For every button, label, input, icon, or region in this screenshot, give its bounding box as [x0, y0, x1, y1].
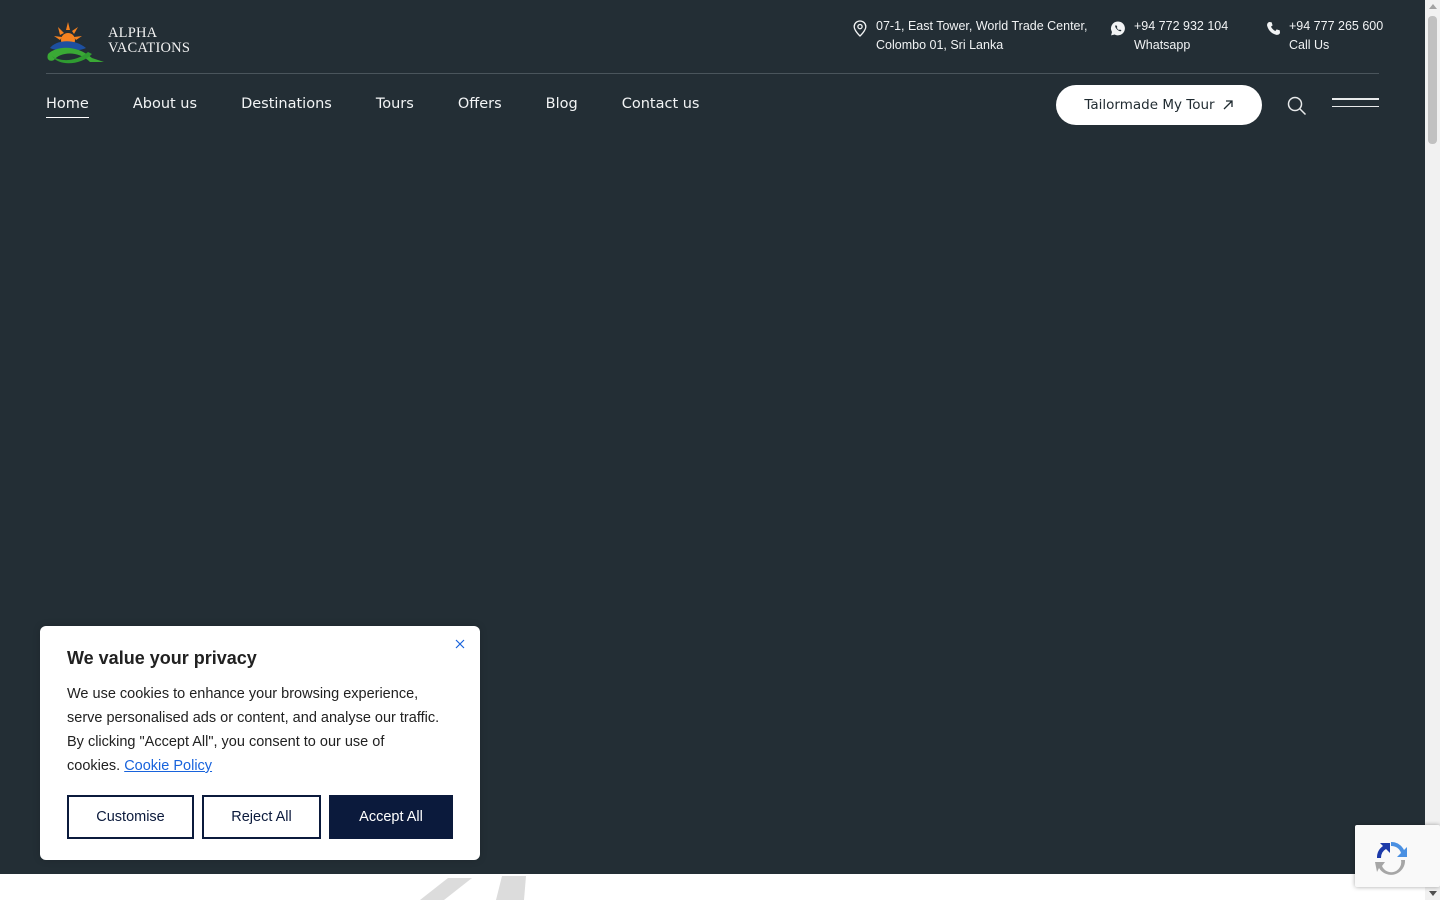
brand-wordmark: ALPHA VACATIONS: [108, 26, 190, 56]
cookie-consent-banner: We value your privacy We use cookies to …: [40, 626, 480, 860]
scroll-down-arrow-icon[interactable]: [1429, 891, 1437, 896]
phone-label: Call Us: [1289, 38, 1330, 52]
logo-mark-icon: [47, 22, 104, 64]
brand-line-2: VACATIONS: [108, 40, 191, 56]
nav-item-tours[interactable]: Tours: [376, 94, 414, 118]
contact-phone[interactable]: +94 777 265 600 Call Us: [1265, 17, 1383, 55]
search-icon: [1287, 96, 1307, 116]
hamburger-menu-icon: [1332, 98, 1379, 100]
hamburger-menu-button[interactable]: [1332, 98, 1379, 112]
tailormade-tour-label: Tailormade My Tour: [1084, 97, 1215, 113]
whatsapp-icon: [1110, 19, 1126, 37]
cookie-body-text: We use cookies to enhance your browsing …: [67, 686, 440, 774]
reject-all-button[interactable]: Reject All: [202, 795, 321, 839]
location-pin-icon: [852, 19, 868, 37]
contact-address: 07-1, East Tower, World Trade Center, Co…: [852, 17, 1087, 55]
phone-number: +94 777 265 600: [1289, 19, 1384, 33]
brand-line-1: ALPHA: [108, 25, 158, 41]
nav-item-home[interactable]: Home: [46, 94, 89, 118]
address-line-2: Colombo 01, Sri Lanka: [876, 38, 1004, 52]
contact-whatsapp[interactable]: +94 772 932 104 Whatsapp: [1110, 17, 1228, 55]
whatsapp-label: Whatsapp: [1134, 38, 1191, 52]
header-divider: [46, 73, 1379, 74]
search-button[interactable]: [1286, 95, 1308, 117]
hamburger-menu-line: [1332, 105, 1379, 107]
scroll-thumb[interactable]: [1428, 16, 1437, 144]
cookie-title: We value your privacy: [67, 648, 257, 668]
address-line-1: 07-1, East Tower, World Trade Center,: [876, 19, 1088, 33]
arrow-up-right-icon: [1222, 99, 1234, 111]
vertical-scrollbar[interactable]: [1425, 0, 1440, 900]
nav-item-destinations[interactable]: Destinations: [241, 94, 332, 118]
cookie-body: We use cookies to enhance your browsing …: [67, 682, 457, 778]
brand-logo[interactable]: ALPHA VACATIONS: [46, 18, 190, 64]
recaptcha-icon: [1375, 841, 1407, 875]
tailormade-tour-button[interactable]: Tailormade My Tour: [1056, 85, 1262, 125]
cookie-policy-link[interactable]: Cookie Policy: [124, 758, 212, 774]
whatsapp-number: +94 772 932 104: [1134, 19, 1229, 33]
main-nav: Home About us Destinations Tours Offers …: [46, 94, 744, 118]
close-icon[interactable]: [453, 637, 467, 651]
nav-item-contact-us[interactable]: Contact us: [622, 94, 700, 118]
nav-item-blog[interactable]: Blog: [546, 94, 578, 118]
nav-item-offers[interactable]: Offers: [458, 94, 502, 118]
scroll-up-arrow-icon[interactable]: [1429, 4, 1437, 9]
recaptcha-badge[interactable]: [1355, 825, 1440, 887]
phone-icon: [1265, 19, 1281, 37]
page-content-strip: [0, 874, 1425, 900]
decorative-brush-mark: [420, 876, 526, 900]
nav-item-about-us[interactable]: About us: [133, 94, 197, 118]
customise-button[interactable]: Customise: [67, 795, 194, 839]
accept-all-button[interactable]: Accept All: [329, 795, 453, 839]
